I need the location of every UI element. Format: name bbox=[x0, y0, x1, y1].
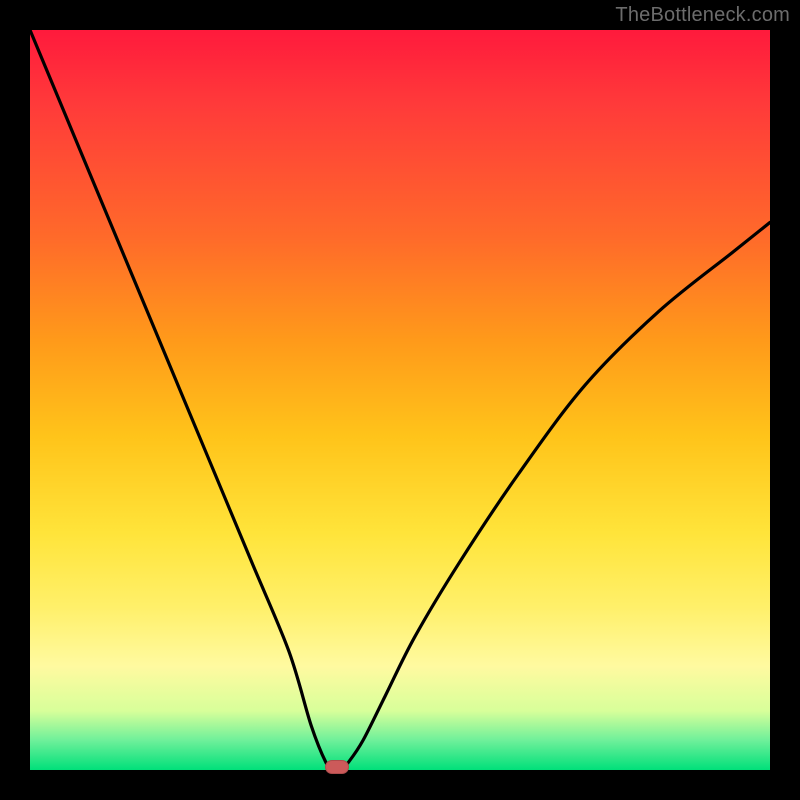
watermark-label: TheBottleneck.com bbox=[615, 4, 790, 27]
bottleneck-curve bbox=[30, 30, 770, 770]
plot-area bbox=[30, 30, 770, 770]
chart-frame: TheBottleneck.com bbox=[0, 0, 800, 800]
bottleneck-marker bbox=[325, 760, 349, 774]
